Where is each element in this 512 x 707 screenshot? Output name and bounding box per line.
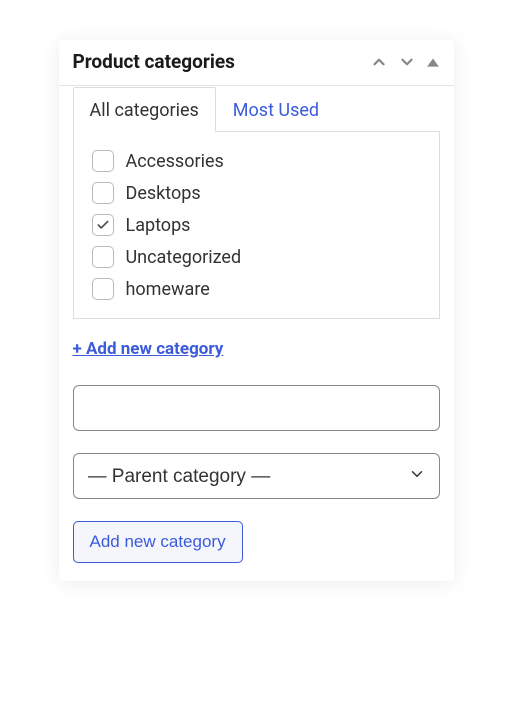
product-categories-panel: Product categories All categories Most U… <box>59 40 454 581</box>
category-item: Laptops <box>92 214 421 236</box>
parent-category-select[interactable]: — Parent category — <box>73 453 440 499</box>
category-list: Accessories Desktops Laptops Uncategoriz… <box>73 132 440 319</box>
category-label: Desktops <box>126 183 201 204</box>
category-item: Accessories <box>92 150 421 172</box>
panel-body: All categories Most Used Accessories Des… <box>59 86 454 581</box>
tab-all-categories[interactable]: All categories <box>73 87 216 132</box>
category-label: Accessories <box>126 151 224 172</box>
checkbox-uncategorized[interactable] <box>92 246 114 268</box>
checkbox-desktops[interactable] <box>92 182 114 204</box>
category-label: homeware <box>126 279 210 300</box>
checkbox-homeware[interactable] <box>92 278 114 300</box>
panel-title: Product categories <box>73 50 235 73</box>
panel-controls <box>370 53 440 71</box>
chevron-down-icon[interactable] <box>398 53 416 71</box>
chevron-up-icon[interactable] <box>370 53 388 71</box>
new-category-input[interactable] <box>73 385 440 431</box>
category-item: homeware <box>92 278 421 300</box>
add-new-category-link[interactable]: + Add new category <box>73 339 224 359</box>
tab-most-used[interactable]: Most Used <box>216 87 336 132</box>
category-label: Uncategorized <box>126 247 242 268</box>
category-item: Desktops <box>92 182 421 204</box>
checkbox-laptops[interactable] <box>92 214 114 236</box>
add-new-category-button[interactable]: Add new category <box>73 521 243 563</box>
checkbox-accessories[interactable] <box>92 150 114 172</box>
collapse-triangle-icon[interactable] <box>426 55 440 69</box>
category-item: Uncategorized <box>92 246 421 268</box>
panel-header: Product categories <box>59 40 454 86</box>
tabs: All categories Most Used <box>73 86 440 132</box>
category-label: Laptops <box>126 215 191 236</box>
parent-category-select-wrapper: — Parent category — <box>73 453 440 499</box>
